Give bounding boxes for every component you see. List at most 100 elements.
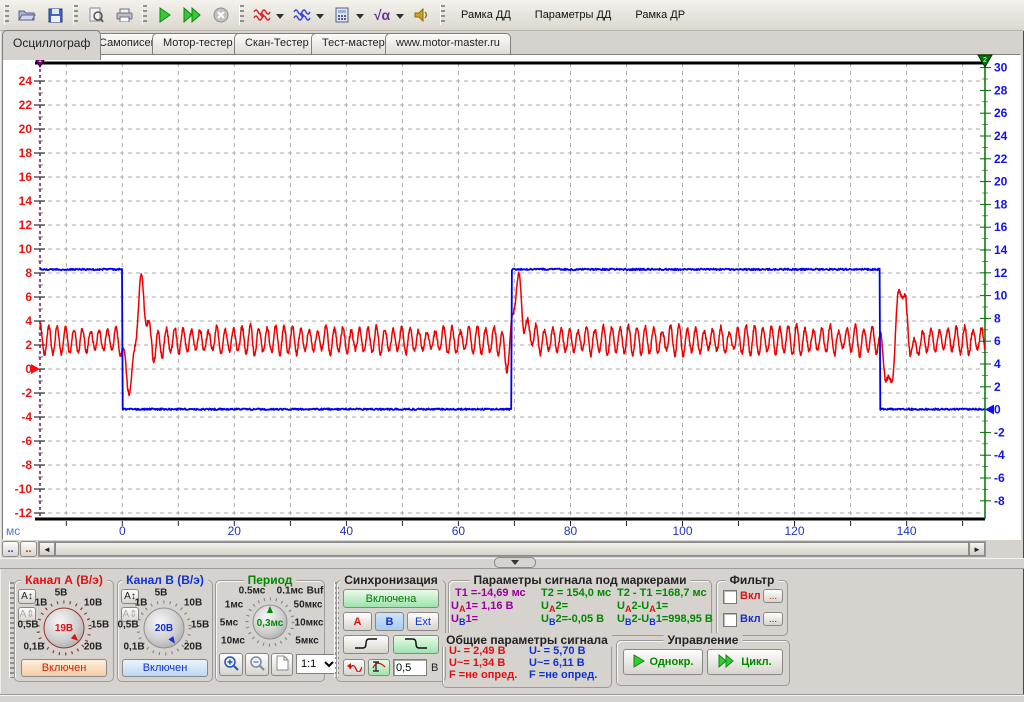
- svg-text:100: 100: [672, 524, 692, 538]
- sync-title: Синхронизация: [340, 573, 442, 587]
- svg-text:-6: -6: [21, 434, 32, 448]
- svg-text:28: 28: [994, 83, 1008, 97]
- scroll-thumb[interactable]: [55, 542, 969, 556]
- svg-text:30: 30: [994, 61, 1008, 75]
- svg-text:40: 40: [340, 524, 354, 538]
- marker2-handle[interactable]: 2: [978, 55, 992, 67]
- channel-b-panel: Канал В (В/э) A↕ A⇕ 20В 5В 10В 15В 20В 1…: [117, 580, 213, 682]
- filter-a-checkbox[interactable]: [723, 590, 737, 604]
- menu-ramka-dr[interactable]: Рамка ДР: [623, 5, 697, 25]
- scale-label: 10мкс: [295, 618, 324, 629]
- wave-arrow-icon: [346, 661, 362, 675]
- sync-panel: Синхронизация Включена А В Ext В: [336, 580, 446, 682]
- svg-text:16: 16: [19, 170, 33, 184]
- calculator-button[interactable]: [328, 2, 356, 28]
- scale-label: 1В: [35, 598, 48, 609]
- zoom-out-button[interactable]: [245, 653, 269, 676]
- new-page-button[interactable]: [271, 653, 293, 676]
- sync-source-b-button[interactable]: В: [375, 612, 404, 631]
- svg-text:-4: -4: [21, 410, 32, 424]
- scroll-right-arrow[interactable]: ►: [969, 542, 985, 556]
- calculator-dropdown[interactable]: [356, 14, 364, 23]
- print-button[interactable]: [110, 2, 138, 28]
- oscilloscope-plot[interactable]: -12-10-8-6-4-2024681012141618202224-8-6-…: [0, 54, 1024, 540]
- printer-icon: [116, 8, 133, 22]
- svg-text:20: 20: [228, 524, 242, 538]
- toolbar-grip[interactable]: [73, 5, 78, 25]
- scroll-left-arrow[interactable]: ◄: [39, 542, 55, 556]
- menu-parametry-dd[interactable]: Параметры ДД: [523, 5, 624, 25]
- filter-b-more-button[interactable]: ...: [763, 612, 783, 626]
- svg-text:140: 140: [897, 524, 917, 538]
- marker1-jump-button[interactable]: ..: [2, 541, 19, 557]
- sound-button[interactable]: [408, 2, 436, 28]
- stop-button[interactable]: [207, 2, 235, 28]
- channel-a-knob-value: 19В: [55, 623, 73, 634]
- svg-text:24: 24: [994, 129, 1008, 143]
- channel-a-signal-button[interactable]: [248, 2, 276, 28]
- math-dropdown[interactable]: [396, 14, 404, 23]
- main-tab-bar: Осциллограф Самописец Мотор-тестер Скан-…: [0, 30, 1024, 54]
- auto-level-button[interactable]: [343, 659, 365, 676]
- svg-text:24: 24: [19, 74, 33, 88]
- sync-source-ext-button[interactable]: Ext: [407, 612, 439, 631]
- sync-source-a-button[interactable]: А: [343, 612, 372, 631]
- svg-text:60: 60: [452, 524, 466, 538]
- channel-b-power-button[interactable]: Включен: [122, 659, 208, 677]
- open-button[interactable]: [13, 2, 41, 28]
- svg-text:80: 80: [564, 524, 578, 538]
- tab-oscillograf[interactable]: Осциллограф: [2, 30, 101, 60]
- menu-ramka-dd[interactable]: Рамка ДД: [449, 5, 523, 25]
- control-title: Управление: [664, 633, 743, 647]
- cycle-run-button[interactable]: Цикл.: [707, 649, 783, 675]
- start-button[interactable]: [151, 2, 179, 28]
- channel-a-signal-dropdown[interactable]: [276, 14, 284, 23]
- scale-label: 0,1В: [23, 642, 44, 653]
- double-play-icon: [183, 7, 203, 23]
- main-toolbar: √α Рамка ДД Параметры ДД Рамка ДР: [0, 0, 1024, 31]
- horizontal-scrollbar[interactable]: ◄ ►: [38, 541, 986, 557]
- svg-text:14: 14: [994, 243, 1008, 257]
- double-play-icon: [718, 654, 736, 671]
- filter-a-more-button[interactable]: ...: [763, 589, 783, 603]
- toolbar-grip[interactable]: [239, 5, 244, 25]
- toolbar-grip[interactable]: [4, 5, 9, 25]
- channel-a-power-button[interactable]: Включен: [21, 659, 107, 677]
- scale-label: 5мкс: [295, 636, 318, 647]
- scale-label: 0,1В: [123, 642, 144, 653]
- channel-b-signal-dropdown[interactable]: [316, 14, 324, 23]
- svg-text:6: 6: [25, 290, 32, 304]
- level-marker-button[interactable]: [368, 659, 390, 676]
- zoom-ratio-select[interactable]: 1:1: [296, 654, 338, 674]
- dub-value: UB2-UB1=998,95 В: [617, 613, 713, 629]
- svg-text:-10: -10: [15, 482, 33, 496]
- math-button[interactable]: √α: [368, 2, 396, 28]
- save-button[interactable]: [41, 2, 69, 28]
- scale-label: 1мс: [225, 600, 243, 611]
- toolbar-grip[interactable]: [440, 5, 445, 25]
- svg-text:4: 4: [994, 357, 1001, 371]
- oscilloscope-app-window: √α Рамка ДД Параметры ДД Рамка ДР Осцилл…: [0, 0, 1024, 702]
- sync-level-input[interactable]: [393, 659, 427, 676]
- toolbar-grip[interactable]: [142, 5, 147, 25]
- svg-text:12: 12: [19, 218, 33, 232]
- svg-text:4: 4: [25, 314, 32, 328]
- channel-b-signal-button[interactable]: [288, 2, 316, 28]
- filter-panel: Фильтр Вкл ... Вкл ...: [716, 580, 788, 636]
- svg-text:14: 14: [19, 194, 33, 208]
- sync-enabled-button[interactable]: Включена: [343, 589, 439, 608]
- preview-button[interactable]: [82, 2, 110, 28]
- svg-text:20: 20: [994, 175, 1008, 189]
- ub1-value: UB1=: [451, 613, 478, 629]
- rising-edge-button[interactable]: [343, 635, 389, 654]
- channel-b-knob-value: 20В: [155, 623, 173, 634]
- filter-b-checkbox[interactable]: [723, 613, 737, 627]
- marker2-jump-button[interactable]: ..: [20, 541, 37, 557]
- period-knob[interactable]: 0,3мс: [244, 596, 296, 648]
- falling-edge-button[interactable]: [393, 635, 439, 654]
- single-run-button[interactable]: Однокр.: [623, 649, 703, 675]
- zoom-in-button[interactable]: [219, 653, 243, 676]
- splitter-handle[interactable]: [494, 557, 536, 568]
- start-cycle-button[interactable]: [179, 2, 207, 28]
- scale-label: 10В: [184, 598, 202, 609]
